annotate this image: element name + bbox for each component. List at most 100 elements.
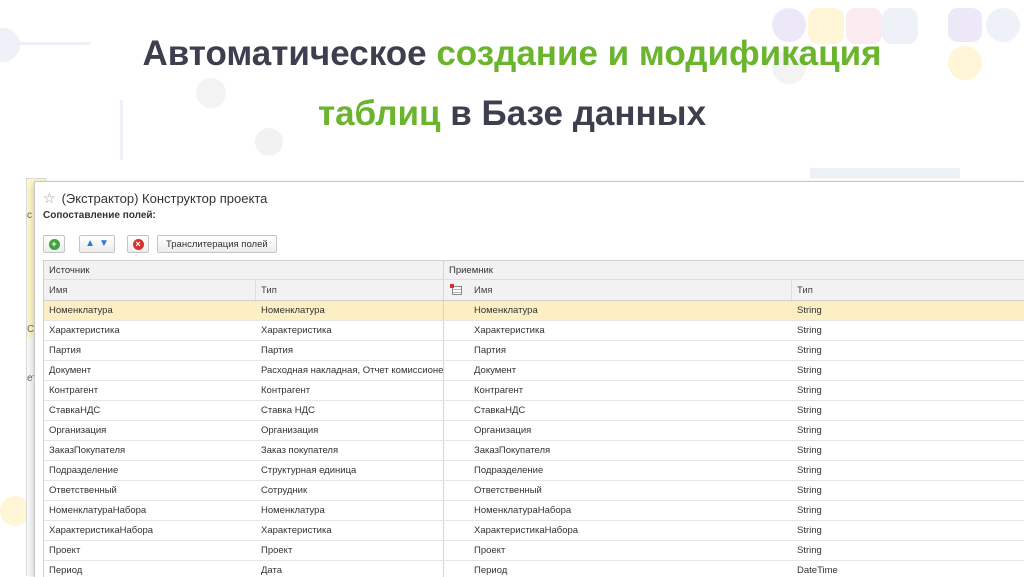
table-body: Номенклатура Номенклатура Номенклатура Stri… (44, 301, 1024, 577)
table-row[interactable]: Подразделение Структурная единица Подразде… (44, 461, 1024, 481)
add-button[interactable]: + (43, 235, 65, 253)
title-dark-part: в Базе данных (440, 94, 707, 133)
src-type-cell[interactable]: Заказ покупателя (256, 441, 444, 460)
dst-name-cell[interactable]: Подразделение (469, 461, 792, 480)
table-row[interactable]: ЗаказПокупателя Заказ покупателя ЗаказПоку… (44, 441, 1024, 461)
column-header-dst-name[interactable]: Имя (469, 280, 792, 300)
table-row[interactable]: СтавкаНДС Ставка НДС СтавкаНДС String (44, 401, 1024, 421)
src-type-cell[interactable]: Контрагент (256, 381, 444, 400)
dst-name-cell[interactable]: Документ (469, 361, 792, 380)
column-header-src-type[interactable]: Тип (256, 280, 444, 300)
src-name-cell[interactable]: Подразделение (44, 461, 256, 480)
table-row[interactable]: Ответственный Сотрудник Ответственный Strin… (44, 481, 1024, 501)
dst-name-cell[interactable]: ХарактеристикаНабора (469, 521, 792, 540)
src-name-cell[interactable]: Партия (44, 341, 256, 360)
fields-mapping-table: Источник Приемник Имя Тип Имя Тип Номенк… (43, 260, 1024, 577)
src-type-cell[interactable]: Партия (256, 341, 444, 360)
spacer-cell (444, 301, 469, 320)
dst-name-cell[interactable]: СтавкаНДС (469, 401, 792, 420)
spacer-cell (444, 501, 469, 520)
dst-name-cell[interactable]: Проект (469, 541, 792, 560)
table-row[interactable]: Номенклатура Номенклатура Номенклатура Stri… (44, 301, 1024, 321)
spacer-cell (444, 361, 469, 380)
dst-name-cell[interactable]: НоменклатураНабора (469, 501, 792, 520)
dst-type-cell[interactable]: String (792, 401, 1024, 420)
window-title-bar: ☆ (Экстрактор) Конструктор проекта (43, 188, 267, 208)
dst-name-cell[interactable]: Ответственный (469, 481, 792, 500)
src-name-cell[interactable]: Период (44, 561, 256, 577)
src-type-cell[interactable]: Организация (256, 421, 444, 440)
spacer-cell (444, 421, 469, 440)
src-name-cell[interactable]: ХарактеристикаНабора (44, 521, 256, 540)
table-row[interactable]: Характеристика Характеристика Характеристи… (44, 321, 1024, 341)
dst-type-cell[interactable]: String (792, 361, 1024, 380)
dst-type-cell[interactable]: String (792, 481, 1024, 500)
delete-icon: × (132, 238, 144, 250)
src-type-cell[interactable]: Характеристика (256, 521, 444, 540)
toolbar: + ▲ ▼ × Транслитерация полей (43, 234, 277, 254)
src-type-cell[interactable]: Проект (256, 541, 444, 560)
dst-type-cell[interactable]: String (792, 521, 1024, 540)
dst-name-cell[interactable]: ЗаказПокупателя (469, 441, 792, 460)
dst-name-cell[interactable]: Контрагент (469, 381, 792, 400)
table-row[interactable]: ХарактеристикаНабора Характеристика Характ… (44, 521, 1024, 541)
src-name-cell[interactable]: Характеристика (44, 321, 256, 340)
dst-name-cell[interactable]: Организация (469, 421, 792, 440)
src-name-cell[interactable]: НоменклатураНабора (44, 501, 256, 520)
dst-name-cell[interactable]: Номенклатура (469, 301, 792, 320)
spacer-cell (444, 521, 469, 540)
dst-type-cell[interactable]: String (792, 321, 1024, 340)
dst-type-cell[interactable]: String (792, 541, 1024, 560)
table-row[interactable]: Партия Партия Партия String (44, 341, 1024, 361)
src-type-cell[interactable]: Сотрудник (256, 481, 444, 500)
src-type-cell[interactable]: Ставка НДС (256, 401, 444, 420)
dst-type-cell[interactable]: String (792, 381, 1024, 400)
dst-type-cell[interactable]: String (792, 341, 1024, 360)
arrow-down-icon[interactable]: ▼ (99, 239, 109, 249)
src-type-cell[interactable]: Номенклатура (256, 301, 444, 320)
spacer-cell (444, 561, 469, 577)
title-green-part: создание и модификация (436, 34, 882, 73)
column-header-dst-type[interactable]: Тип (792, 280, 1024, 300)
move-buttons: ▲ ▼ (79, 235, 115, 253)
src-type-cell[interactable]: Номенклатура (256, 501, 444, 520)
window-title: (Экстрактор) Конструктор проекта (61, 190, 268, 206)
src-name-cell[interactable]: СтавкаНДС (44, 401, 256, 420)
dst-type-cell[interactable]: String (792, 501, 1024, 520)
delete-button[interactable]: × (127, 235, 149, 253)
src-name-cell[interactable]: Документ (44, 361, 256, 380)
add-icon: + (48, 238, 60, 250)
dst-type-cell[interactable]: String (792, 421, 1024, 440)
src-name-cell[interactable]: Контрагент (44, 381, 256, 400)
star-icon[interactable]: ☆ (43, 190, 56, 207)
src-type-cell[interactable]: Характеристика (256, 321, 444, 340)
dst-type-cell[interactable]: String (792, 301, 1024, 320)
table-row[interactable]: Период Дата Период DateTime (44, 561, 1024, 577)
table-row[interactable]: Документ Расходная накладная, Отчет комис… (44, 361, 1024, 381)
grid-settings-cell[interactable] (444, 280, 469, 300)
src-name-cell[interactable]: ЗаказПокупателя (44, 441, 256, 460)
dst-type-cell[interactable]: DateTime (792, 561, 1024, 577)
table-row[interactable]: Контрагент Контрагент Контрагент String (44, 381, 1024, 401)
table-row[interactable]: Организация Организация Организация String (44, 421, 1024, 441)
dst-type-cell[interactable]: String (792, 441, 1024, 460)
src-type-cell[interactable]: Структурная единица (256, 461, 444, 480)
src-name-cell[interactable]: Проект (44, 541, 256, 560)
src-name-cell[interactable]: Ответственный (44, 481, 256, 500)
transliteration-button[interactable]: Транслитерация полей (157, 235, 277, 253)
src-name-cell[interactable]: Организация (44, 421, 256, 440)
spacer-cell (444, 381, 469, 400)
column-header-src-name[interactable]: Имя (44, 280, 256, 300)
dst-name-cell[interactable]: Партия (469, 341, 792, 360)
dst-name-cell[interactable]: Характеристика (469, 321, 792, 340)
table-group-header: Источник Приемник (44, 261, 1024, 280)
src-type-cell[interactable]: Расходная накладная, Отчет комиссионер..… (256, 361, 444, 380)
arrow-up-icon[interactable]: ▲ (85, 239, 95, 249)
dst-name-cell[interactable]: Период (469, 561, 792, 577)
slide-title-line1: Автоматическое создание и модификация (0, 36, 1024, 71)
table-row[interactable]: Проект Проект Проект String (44, 541, 1024, 561)
src-name-cell[interactable]: Номенклатура (44, 301, 256, 320)
table-row[interactable]: НоменклатураНабора Номенклатура Номенклату… (44, 501, 1024, 521)
dst-type-cell[interactable]: String (792, 461, 1024, 480)
src-type-cell[interactable]: Дата (256, 561, 444, 577)
